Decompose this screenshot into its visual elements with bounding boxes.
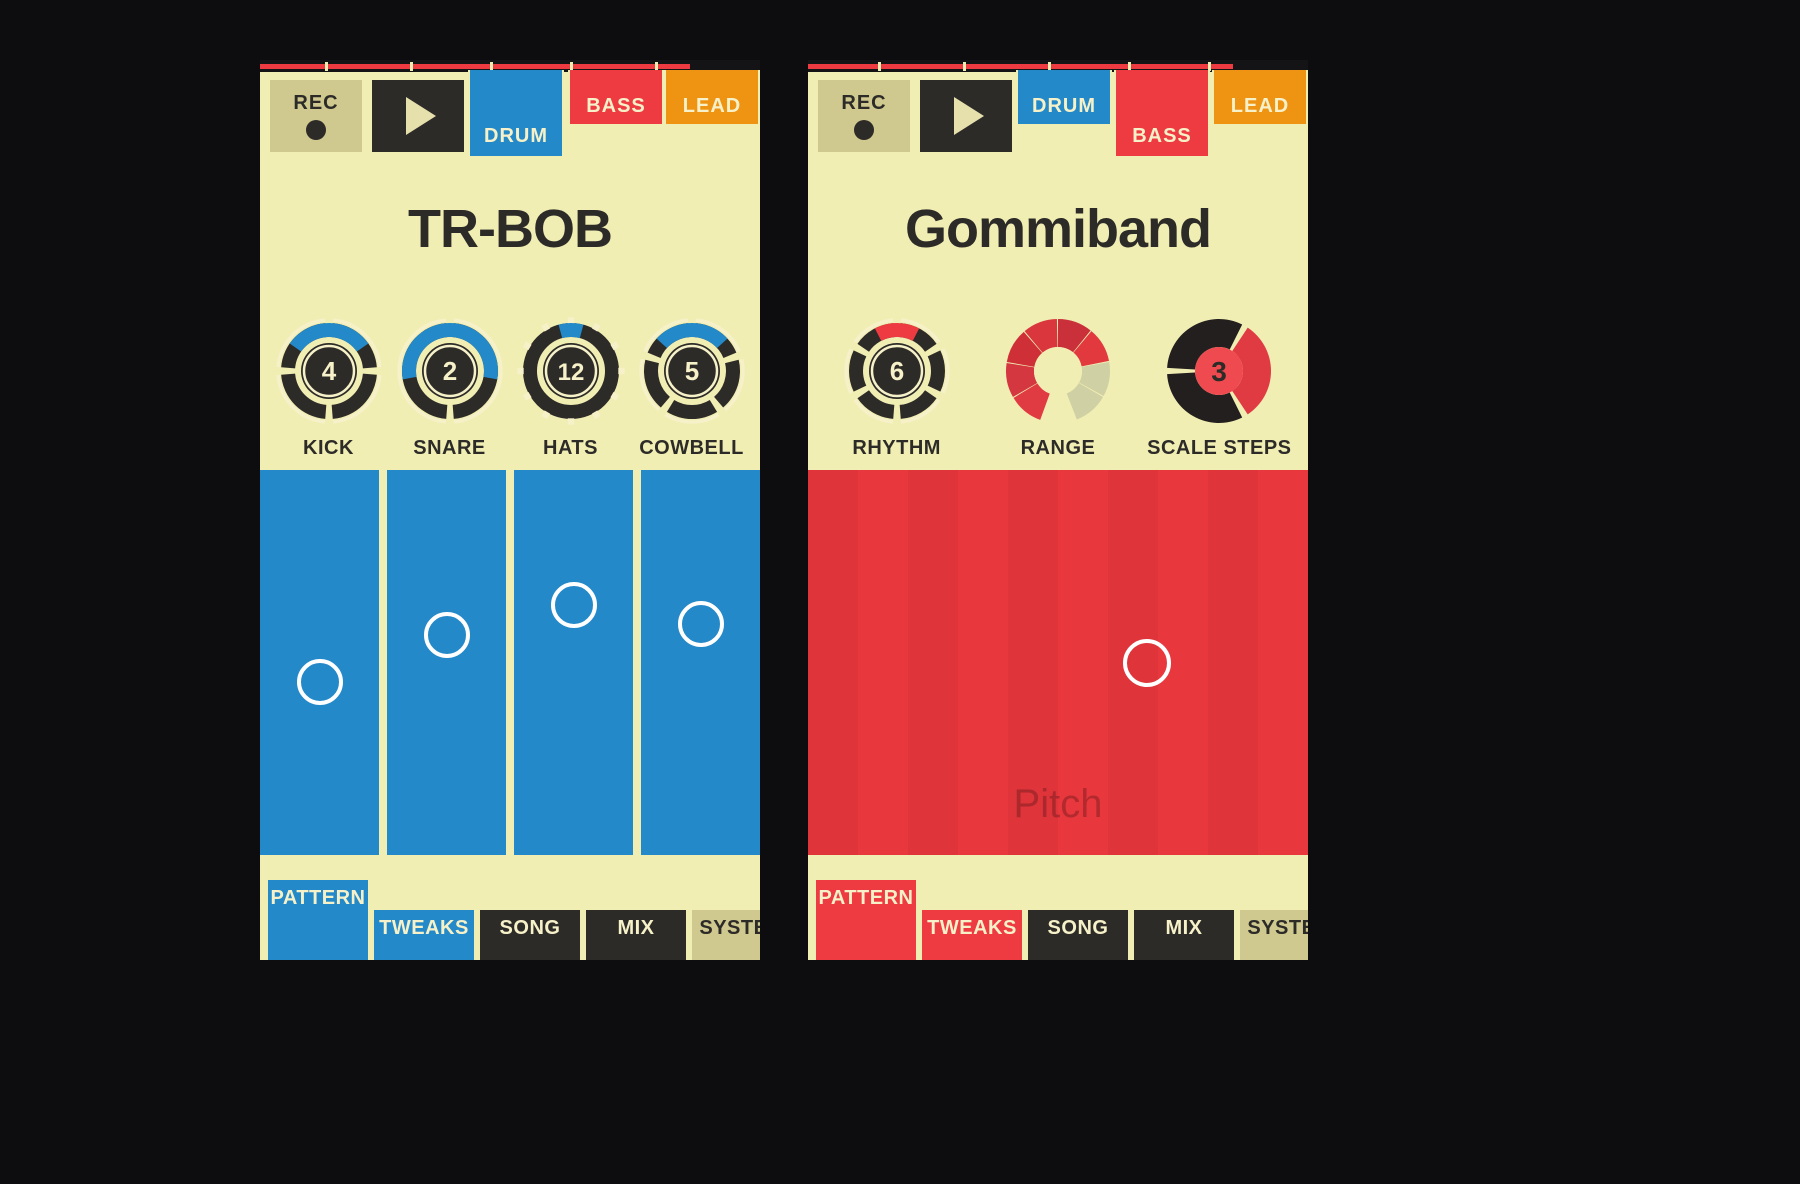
bottom-tab-pattern-label: PATTERN (270, 887, 366, 909)
pitch-pad-label: Pitch (1013, 782, 1103, 826)
transport-toolbar: REC DRUM BASS LEAD (260, 70, 760, 168)
pad-grid[interactable] (260, 470, 760, 855)
bottom-tab-song-label: SONG (1047, 917, 1109, 939)
knob-rhythm[interactable]: 6 RHYTHM (839, 315, 955, 460)
progress-tick (963, 62, 966, 71)
mode-tab-bass[interactable]: BASS (568, 70, 664, 126)
knob-label: HATS (543, 437, 598, 459)
knob-label: RHYTHM (852, 437, 941, 459)
knob-label: COWBELL (639, 437, 744, 459)
bottom-tab-song[interactable]: SONG (478, 908, 582, 960)
pad-touch-dot[interactable] (550, 581, 597, 628)
knob-label: SNARE (413, 437, 486, 459)
svg-text:4: 4 (321, 356, 336, 386)
play-triangle-icon (954, 97, 984, 135)
bottom-tab-system[interactable]: SYSTEM (1238, 908, 1308, 960)
knob-snare[interactable]: 2 SNARE (392, 315, 508, 460)
page-title: TR-BOB (408, 199, 613, 259)
bottom-tab-song-label: SONG (499, 917, 561, 939)
progress-tick (410, 62, 413, 71)
progress-tick (878, 62, 881, 71)
bottom-tab-bar: PATTERN TWEAKS SONG MIX SYSTEM (260, 855, 760, 960)
svg-text:5: 5 (684, 356, 698, 386)
knob-hats[interactable]: 12 HATS (513, 315, 629, 460)
bottom-tab-tweaks-label: TWEAKS (927, 917, 1017, 939)
knob-dial-icon[interactable]: 2 (394, 315, 506, 427)
pad-touch-dot[interactable] (296, 658, 343, 705)
mode-tab-lead-label: LEAD (682, 95, 742, 117)
mode-tab-lead-label: LEAD (1230, 95, 1290, 117)
pitch-touch-dot[interactable] (1123, 639, 1171, 688)
knob-range[interactable]: RANGE (1000, 315, 1116, 460)
mode-tab-bass[interactable]: BASS (1114, 70, 1210, 158)
svg-text:12: 12 (557, 359, 584, 386)
bottom-tab-pattern-label: PATTERN (818, 887, 914, 909)
bottom-tab-system[interactable]: SYSTEM (690, 908, 760, 960)
bottom-tab-system-label: SYSTEM (1247, 917, 1308, 939)
mode-tab-bass-label: BASS (586, 95, 646, 117)
knob-row: 4 KICK 2 SNARE 12 HATS 5 COWBELL (260, 315, 760, 460)
bottom-tab-mix[interactable]: MIX (584, 908, 688, 960)
pad-column[interactable] (383, 470, 510, 855)
play-triangle-icon (406, 97, 436, 135)
mode-tab-drum-label: DRUM (484, 125, 548, 147)
record-label: REC (841, 92, 887, 114)
mode-tab-drum[interactable]: DRUM (1016, 70, 1112, 126)
page-title: Gommiband (904, 199, 1212, 259)
screenshot-root: REC DRUM BASS LEAD TR-BOB 4 KICK 2 SNARE 12 H… (0, 0, 1800, 1184)
bottom-tab-song[interactable]: SONG (1026, 908, 1130, 960)
bottom-tab-mix-label: MIX (1165, 917, 1203, 939)
bottom-tab-pattern[interactable]: PATTERN (814, 878, 918, 960)
play-button[interactable] (370, 78, 466, 154)
transport-toolbar: REC DRUM BASS LEAD (808, 70, 1308, 168)
bottom-tab-tweaks[interactable]: TWEAKS (372, 908, 476, 960)
mode-tab-lead[interactable]: LEAD (664, 70, 760, 126)
play-button[interactable] (918, 78, 1014, 154)
knob-dial-icon[interactable]: 5 (636, 315, 748, 427)
pad-touch-dot[interactable] (423, 612, 470, 659)
bottom-tab-mix[interactable]: MIX (1132, 908, 1236, 960)
knob-row: 6 RHYTHM RANGE 3 SCALE STEPS (808, 315, 1308, 460)
device-panel-drum: REC DRUM BASS LEAD TR-BOB 4 KICK 2 SNARE 12 H… (260, 60, 760, 960)
record-dot-icon (854, 120, 874, 140)
bottom-tab-mix-label: MIX (617, 917, 655, 939)
bottom-tab-bar: PATTERN TWEAKS SONG MIX SYSTEM (808, 855, 1308, 960)
knob-scale-steps[interactable]: 3 SCALE STEPS (1147, 315, 1291, 460)
record-button[interactable]: REC (268, 78, 364, 154)
progress-tick (325, 62, 328, 71)
record-dot-icon (306, 120, 326, 140)
knob-dial-icon[interactable]: 6 (841, 315, 953, 427)
knob-label: SCALE STEPS (1147, 437, 1292, 459)
record-label: REC (293, 92, 339, 114)
knob-kick[interactable]: 4 KICK (271, 315, 387, 460)
mode-tab-lead[interactable]: LEAD (1212, 70, 1308, 126)
knob-dial-icon[interactable] (1002, 315, 1114, 427)
pad-touch-dot[interactable] (677, 600, 724, 647)
device-panel-bass: REC DRUM BASS LEAD Gommiband 6 RHYTHM RANG… (808, 60, 1308, 960)
mode-tab-drum-label: DRUM (1032, 95, 1096, 117)
mode-tab-bass-label: BASS (1132, 125, 1192, 147)
progress-fill (808, 64, 1233, 69)
bottom-tab-tweaks-label: TWEAKS (379, 917, 469, 939)
knob-dial-icon[interactable]: 3 (1163, 315, 1275, 427)
bottom-tab-tweaks[interactable]: TWEAKS (920, 908, 1024, 960)
pad-column[interactable] (260, 470, 383, 855)
knob-dial-icon[interactable]: 12 (515, 315, 627, 427)
pad-column[interactable] (510, 470, 637, 855)
record-button[interactable]: REC (816, 78, 912, 154)
svg-text:2: 2 (442, 356, 456, 386)
svg-text:6: 6 (889, 356, 903, 386)
knob-label: RANGE (1020, 437, 1096, 459)
mode-tab-drum[interactable]: DRUM (468, 70, 564, 158)
knob-label: KICK (303, 437, 354, 459)
knob-cowbell[interactable]: 5 COWBELL (634, 315, 750, 460)
pad-column[interactable] (637, 470, 760, 855)
svg-text:3: 3 (1212, 356, 1228, 387)
pitch-pad[interactable]: Pitch (808, 470, 1308, 855)
knob-dial-icon[interactable]: 4 (273, 315, 385, 427)
bottom-tab-pattern[interactable]: PATTERN (266, 878, 370, 960)
bottom-tab-system-label: SYSTEM (699, 917, 760, 939)
